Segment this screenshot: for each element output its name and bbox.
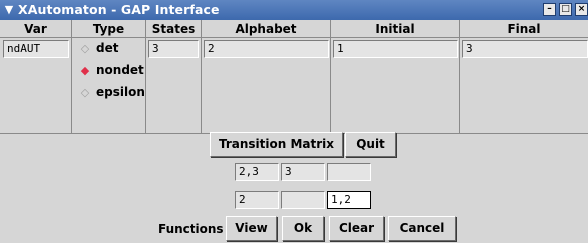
close-icon[interactable]: ×: [575, 3, 588, 16]
type-radio-epsilon[interactable]: ◇ epsilon: [80, 82, 145, 102]
type-radio-nondet[interactable]: ◆ nondet: [80, 60, 144, 80]
type-label-det: det: [96, 41, 119, 55]
type-radio-det[interactable]: ◇ det: [80, 38, 119, 58]
column-divider: [201, 38, 202, 133]
matrix-cell[interactable]: 3: [281, 163, 325, 181]
column-divider: [145, 38, 146, 133]
header-initial: Initial: [331, 20, 460, 38]
radio-unselected-icon: ◇: [80, 42, 90, 55]
quit-button[interactable]: Quit: [345, 132, 396, 157]
column-divider: [71, 38, 72, 133]
var-field[interactable]: ndAUT: [3, 40, 69, 58]
cancel-button[interactable]: Cancel: [388, 216, 456, 241]
matrix-cell-active[interactable]: 1,2: [327, 191, 371, 209]
matrix-cell[interactable]: 2: [235, 191, 279, 209]
header-alphabet: Alphabet: [202, 20, 331, 38]
clear-button[interactable]: Clear: [329, 216, 384, 241]
minimize-icon[interactable]: –: [543, 3, 556, 16]
matrix-cell[interactable]: 2,3: [235, 163, 279, 181]
header-states: States: [146, 20, 202, 38]
view-button[interactable]: View: [226, 216, 277, 241]
functions-label: Functions: [158, 222, 224, 236]
title-bar: ▼ XAutomaton - GAP Interface – □ ×: [0, 0, 588, 20]
radio-unselected-icon: ◇: [80, 86, 90, 99]
matrix-cell[interactable]: [281, 191, 325, 209]
type-label-epsilon: epsilon: [96, 85, 145, 99]
initial-field[interactable]: 1: [333, 40, 458, 58]
radio-selected-icon: ◆: [80, 64, 90, 77]
header-final: Final: [460, 20, 588, 38]
window-menu-icon[interactable]: ▼: [2, 2, 16, 18]
maximize-icon[interactable]: □: [559, 3, 572, 16]
header-var: Var: [0, 20, 72, 38]
window-title: XAutomaton - GAP Interface: [18, 2, 220, 17]
column-divider: [330, 38, 331, 133]
transition-matrix-button[interactable]: Transition Matrix: [210, 132, 343, 157]
states-field[interactable]: 3: [148, 40, 199, 58]
type-label-nondet: nondet: [96, 63, 144, 77]
ok-button[interactable]: Ok: [282, 216, 324, 241]
header-type: Type: [72, 20, 146, 38]
column-divider: [459, 38, 460, 133]
final-field[interactable]: 3: [462, 40, 588, 58]
matrix-cell[interactable]: [327, 163, 371, 181]
alphabet-field[interactable]: 2: [204, 40, 329, 58]
